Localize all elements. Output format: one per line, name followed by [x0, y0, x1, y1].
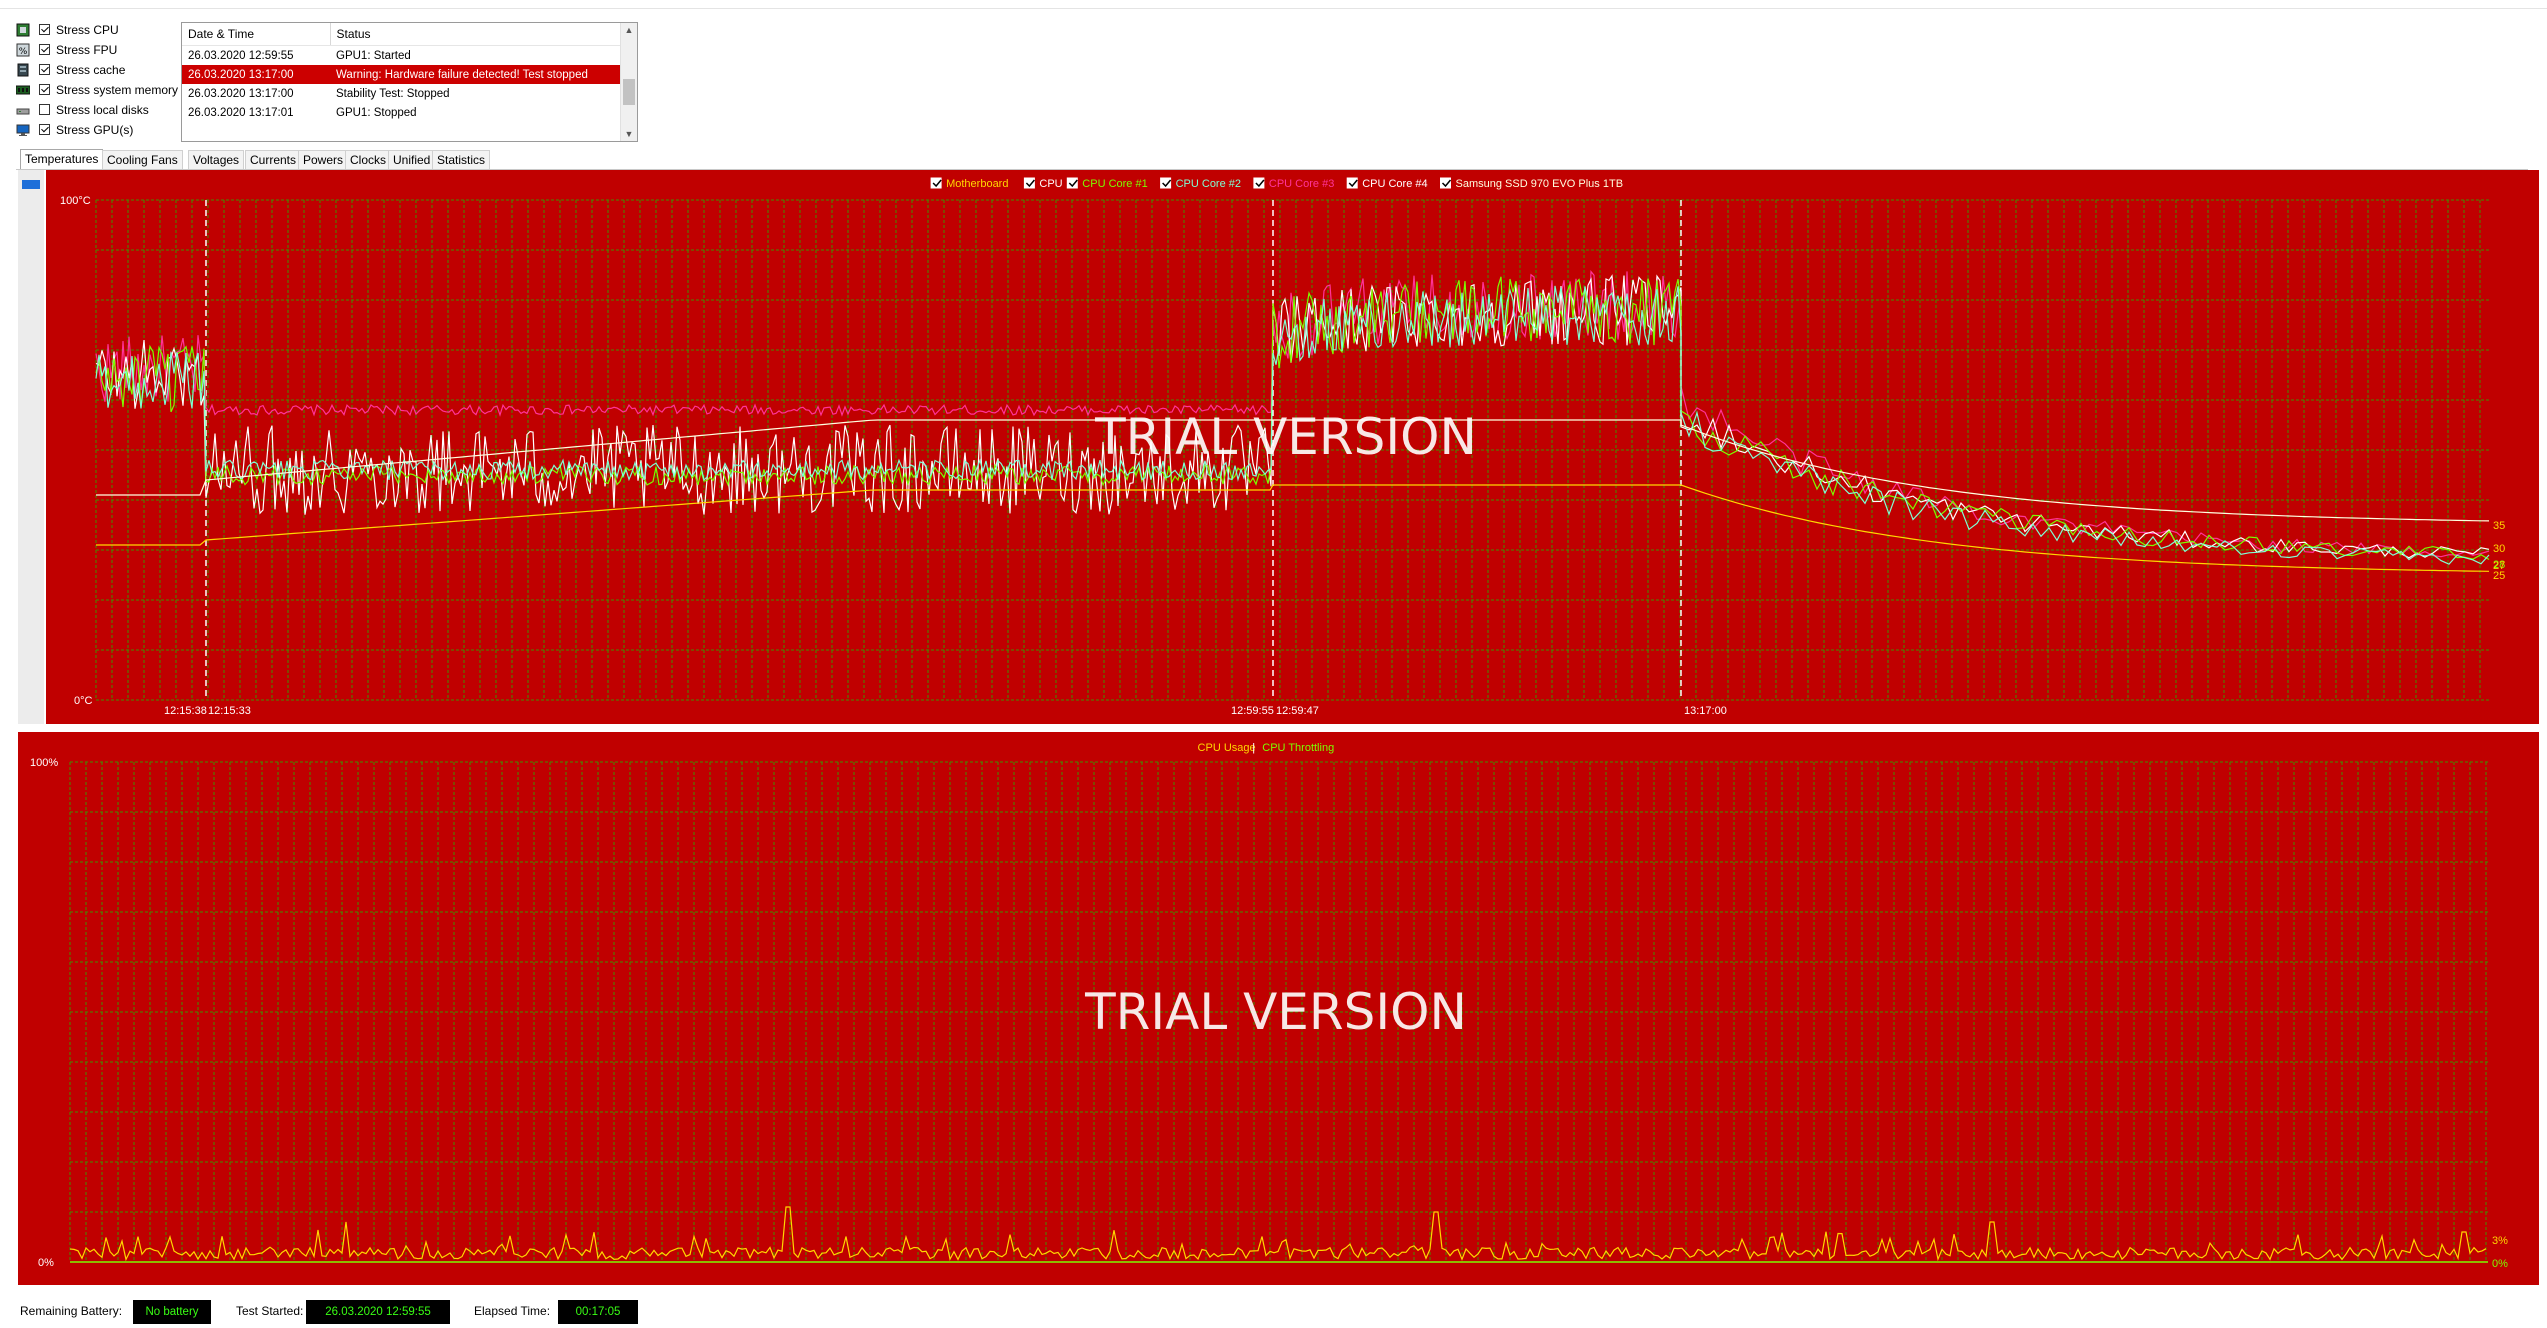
stress-option-1[interactable]: % Stress FPU: [16, 40, 186, 60]
stress-option-3[interactable]: Stress system memory: [15, 80, 186, 100]
series-end-label: 3%: [2492, 1235, 2508, 1247]
tab-powers[interactable]: Powers: [298, 150, 349, 169]
stress-checkbox[interactable]: [39, 24, 50, 35]
cpu-usage-line: [69, 1206, 2487, 1262]
log-datetime: 26.03.2020 13:17:00: [188, 87, 294, 100]
event-log[interactable]: Date & Time Status 26.03.2020 12:59:55 GP…: [181, 22, 638, 142]
test-started-label: Test Started:: [236, 1304, 304, 1318]
legend-entry[interactable]: CPU Usage: [1198, 742, 1256, 754]
tab-voltages[interactable]: Voltages: [188, 150, 245, 169]
cache-icon: [16, 63, 30, 77]
legend-entry[interactable]: CPU Core #1: [1082, 178, 1147, 190]
legend-entry[interactable]: CPU Throttling: [1262, 742, 1334, 754]
stress-checkbox[interactable]: [39, 104, 50, 115]
log-row[interactable]: 26.03.2020 13:17:01 GPU1: Stopped: [182, 103, 620, 122]
scroll-up-icon[interactable]: ▲: [621, 25, 637, 35]
y-max-label: 100°C: [60, 195, 91, 207]
time-marker-label: 12:59:47: [1276, 705, 1319, 717]
log-status: GPU1: Stopped: [336, 106, 417, 119]
log-status: Stability Test: Stopped: [336, 87, 450, 100]
stress-checkbox[interactable]: [39, 124, 50, 135]
chart-legend: CPU Usage| CPU Throttling: [1198, 742, 1335, 754]
log-header-datetime[interactable]: Date & Time: [182, 23, 331, 46]
temperature-chart: 100°C 0°C Motherboard CPU CPU Core #1 CPU Cor…: [46, 170, 2539, 724]
stress-option-label: Stress GPU(s): [56, 123, 134, 137]
legend-entry[interactable]: Samsung SSD 970 EVO Plus 1TB: [1456, 178, 1624, 190]
scroll-down-icon[interactable]: ▼: [621, 129, 637, 139]
y-min-label: 0%: [38, 1257, 54, 1269]
log-scrollbar[interactable]: ▲ ▼: [620, 23, 637, 141]
tab-unified[interactable]: Unified: [388, 150, 436, 169]
top-separator: [0, 8, 2547, 9]
log-status: Warning: Hardware failure detected! Test…: [330, 65, 620, 84]
elapsed-time-label: Elapsed Time:: [474, 1304, 551, 1318]
series-end-label: 25: [2493, 570, 2505, 582]
log-status: GPU1: Started: [336, 49, 411, 62]
legend-entry[interactable]: CPU Core #2: [1176, 178, 1241, 190]
stress-option-5[interactable]: Stress GPU(s): [16, 120, 186, 140]
memory-module-icon: [15, 83, 31, 97]
log-row[interactable]: 26.03.2020 13:17:00 Stability Test: Stopp…: [182, 84, 620, 103]
trial-watermark: TRIAL VERSION: [1084, 983, 1467, 1041]
log-row[interactable]: 26.03.2020 13:17:00 Warning: Hardware fai…: [182, 65, 620, 84]
tab-cooling-fans[interactable]: Cooling Fans: [102, 150, 183, 169]
time-marker-label: 12:59:55: [1231, 705, 1274, 717]
stress-checkbox[interactable]: [39, 64, 50, 75]
disk-drive-icon: [16, 103, 30, 117]
tab-currents[interactable]: Currents: [245, 150, 302, 169]
series-end-label: 35: [2493, 520, 2505, 532]
log-datetime: 26.03.2020 12:59:55: [188, 49, 294, 62]
battery-label: Remaining Battery:: [20, 1304, 123, 1318]
test-started-value: 26.03.2020 12:59:55: [306, 1300, 450, 1324]
log-datetime: 26.03.2020 13:17:01: [188, 106, 294, 119]
log-header-status[interactable]: Status: [330, 23, 621, 46]
legend-entry[interactable]: CPU: [1039, 178, 1062, 190]
monitor-icon: [16, 123, 30, 137]
stress-option-label: Stress FPU: [56, 43, 118, 57]
stress-option-label: Stress local disks: [56, 103, 149, 117]
legend-entry[interactable]: CPU Core #3: [1269, 178, 1334, 190]
time-marker-label: 12:15:33: [208, 705, 251, 717]
tab-temperatures[interactable]: Temperatures: [20, 149, 104, 170]
tab-statistics[interactable]: Statistics: [432, 150, 491, 169]
elapsed-time-value: 00:17:05: [558, 1300, 638, 1324]
stress-options: Stress CPU% Stress FPU Stress cache Stress …: [15, 20, 186, 140]
trial-watermark: TRIAL VERSION: [1094, 408, 1477, 466]
battery-value: No battery: [133, 1300, 211, 1324]
tab-clocks[interactable]: Clocks: [345, 150, 392, 169]
y-max-label: 100%: [30, 757, 58, 769]
legend-entry[interactable]: Motherboard: [946, 178, 1008, 190]
stress-checkbox[interactable]: [39, 84, 50, 95]
svg-text:%: %: [19, 47, 28, 57]
fpu-icon: %: [16, 43, 30, 57]
stress-option-0[interactable]: Stress CPU: [16, 20, 186, 40]
y-min-label: 0°C: [74, 695, 93, 707]
legend-separator: |: [1252, 742, 1255, 754]
chart-side-strip: [18, 170, 44, 724]
stress-checkbox[interactable]: [39, 44, 50, 55]
temperature-chart-svg: 100°C 0°C Motherboard CPU CPU Core #1 CPU Cor…: [60, 177, 2505, 717]
series-end-label: 0%: [2492, 1258, 2508, 1270]
stress-option-label: Stress system memory: [56, 83, 179, 97]
cpu-chip-icon: [16, 23, 30, 37]
log-datetime: 26.03.2020 13:17:00: [182, 65, 330, 84]
stress-option-label: Stress cache: [56, 63, 126, 77]
legend-entry[interactable]: CPU Core #4: [1362, 178, 1427, 190]
scroll-indicator[interactable]: [22, 180, 40, 189]
series-end-label: 30: [2493, 543, 2505, 555]
stress-option-4[interactable]: Stress local disks: [16, 100, 186, 120]
log-scroll-thumb[interactable]: [623, 79, 635, 105]
chart-legend: Motherboard CPU CPU Core #1 CPU Core #2 CPU …: [930, 177, 1624, 190]
cpu-usage-chart-svg: 100% 0% CPU Usage| CPU Throttling 3% 0% TRIAL …: [30, 742, 2508, 1270]
time-marker-label: 13:17:00: [1684, 705, 1727, 717]
cpu-usage-chart: 100% 0% CPU Usage | CPU Throttling 3% 0% TRIAL …: [18, 732, 2539, 1285]
log-row[interactable]: 26.03.2020 12:59:55 GPU1: Started: [182, 46, 620, 66]
time-marker-label: 12:15:38: [164, 705, 207, 717]
stress-option-2[interactable]: Stress cache: [16, 60, 186, 80]
stress-option-label: Stress CPU: [56, 23, 119, 37]
